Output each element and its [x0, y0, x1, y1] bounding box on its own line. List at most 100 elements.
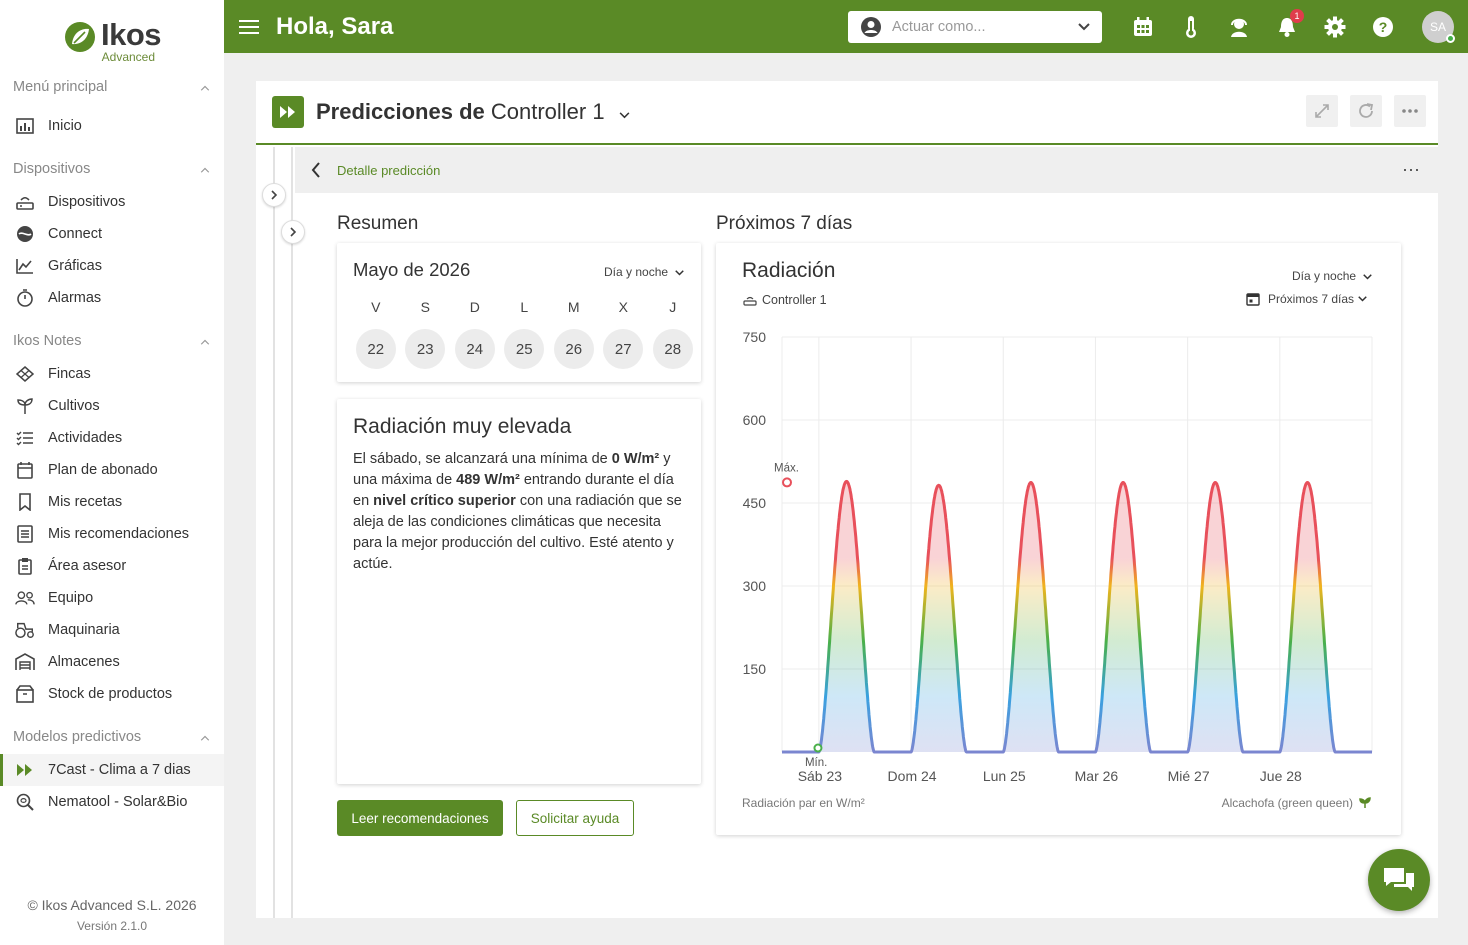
field-icon [15, 364, 35, 384]
alert-panel: Radiación muy elevada El sábado, se alca… [337, 399, 701, 784]
request-help-button[interactable]: Solicitar ayuda [516, 800, 634, 836]
sidebar-section-header[interactable]: Menú principal [0, 70, 224, 104]
calendar-day[interactable]: L 25 [500, 299, 550, 369]
expand-subpanel-button[interactable] [281, 220, 305, 244]
radiation-chart: 150 300 450 600 750 Sáb 23 Dom 24 Lun 25 Mar 26 M… [743, 329, 1374, 784]
router-icon [15, 192, 35, 212]
calendar-day-letter: J [669, 299, 677, 315]
sidebar-section-header[interactable]: Modelos predictivos [0, 720, 224, 754]
chart-device-label: Controller 1 [762, 293, 827, 307]
card-header-actions [1306, 95, 1438, 127]
sidebar-item-alarmas[interactable]: Alarmas [0, 282, 224, 314]
calendar-day[interactable]: D 24 [450, 299, 500, 369]
calendar-day[interactable]: X 27 [599, 299, 649, 369]
sidebar-nav: Menú principal Inicio Dispositivos Disposit… [0, 70, 224, 818]
chat-icon [1384, 868, 1414, 891]
greeting: Hola, Sara [276, 12, 394, 40]
gear-icon[interactable] [1322, 14, 1348, 40]
logo: Ikos Advanced [0, 0, 224, 70]
calendar-icon[interactable] [1130, 14, 1156, 40]
chat-button[interactable] [1368, 849, 1430, 911]
dashboard-icon [15, 116, 35, 136]
card-title-label: Predicciones de [316, 99, 485, 124]
calendar-day[interactable]: J 28 [648, 299, 698, 369]
sidebar-item-gr-ficas[interactable]: Gráficas [0, 250, 224, 282]
version: Versión 2.1.0 [76, 919, 148, 933]
sidebar-item-label: Equipo [48, 590, 94, 606]
sidebar-item-almacenes[interactable]: Almacenes [0, 646, 224, 678]
sidebar-item-label: Dispositivos [48, 194, 126, 210]
sidebar-item-equipo[interactable]: Equipo [0, 582, 224, 614]
calendar-day-number: 23 [405, 329, 446, 369]
menu-icon[interactable] [239, 16, 259, 38]
sidebar-item-label: Mis recetas [48, 494, 123, 510]
chevron-right-icon [271, 190, 278, 200]
sidebar-item-mis-recetas[interactable]: Mis recetas [0, 486, 224, 518]
search-bug-icon [15, 792, 35, 812]
sidebar-item-rea-asesor[interactable]: Área asesor [0, 550, 224, 582]
avatar[interactable]: SA [1422, 11, 1455, 43]
max-marker [782, 477, 792, 488]
chevron-up-icon [200, 162, 210, 176]
y-tick-label: 150 [743, 661, 767, 677]
sidebar-item-label: Actividades [48, 430, 123, 446]
chart-mode-select[interactable]: Día y noche [1292, 269, 1373, 283]
sidebar-item-actividades[interactable]: Actividades [0, 422, 224, 454]
x-tick-label: Mié 27 [1168, 768, 1210, 784]
svg-text:?: ? [1379, 19, 1388, 35]
sidebar-item-dispositivos[interactable]: Dispositivos [0, 186, 224, 218]
read-recommendations-button[interactable]: Leer recomendaciones [337, 800, 503, 836]
calendar-day[interactable]: S 23 [401, 299, 451, 369]
mode-select[interactable]: Día y noche [604, 265, 685, 279]
router-icon [743, 296, 757, 306]
thermometer-icon[interactable] [1178, 14, 1204, 40]
calendar-day[interactable]: M 26 [549, 299, 599, 369]
expand-panel-button[interactable] [262, 183, 286, 207]
team-icon [15, 588, 35, 608]
x-tick-label: Sáb 23 [798, 768, 843, 784]
sidebar-section-header[interactable]: Dispositivos [0, 152, 224, 186]
help-icon[interactable]: ? [1370, 14, 1396, 40]
range-select[interactable]: Próximos 7 días [1246, 292, 1367, 306]
more-options-icon[interactable]: ··· [1402, 159, 1420, 180]
calendar-day[interactable]: V 22 [351, 299, 401, 369]
sidebar-footer: © Ikos Advanced S.L. 2026 Versión 2.1.0 [0, 897, 224, 933]
copyright: © Ikos Advanced S.L. 2026 [27, 897, 197, 913]
leaf-logo-icon [64, 22, 95, 52]
sidebar-item-label: 7Cast - Clima a 7 dias [48, 762, 191, 778]
tractor-icon [15, 620, 35, 640]
sidebar-section-title: Menú principal [13, 79, 108, 95]
support-agent-icon[interactable] [1226, 14, 1252, 40]
sidebar-item-inicio[interactable]: Inicio [0, 110, 224, 142]
sidebar-item-plan-de-abonado[interactable]: Plan de abonado [0, 454, 224, 486]
sidebar-item-cultivos[interactable]: Cultivos [0, 390, 224, 422]
chevron-up-icon [200, 80, 210, 94]
more-options-icon[interactable] [1394, 95, 1426, 127]
sidebar-item-7cast-clima-a-7-dias[interactable]: 7Cast - Clima a 7 dias [0, 754, 224, 786]
sidebar-item-connect[interactable]: Connect [0, 218, 224, 250]
refresh-icon[interactable] [1350, 95, 1382, 127]
calendar-day-letter: X [618, 299, 628, 315]
breadcrumb-detail[interactable]: Detalle predicción [337, 163, 440, 178]
sidebar-section-title: Modelos predictivos [13, 729, 142, 745]
sidebar-item-stock-de-productos[interactable]: Stock de productos [0, 678, 224, 710]
sidebar-item-nematool-solar-bio[interactable]: Nematool - Solar&Bio [0, 786, 224, 818]
back-arrow-icon[interactable] [311, 162, 321, 178]
sidebar-item-label: Inicio [48, 118, 82, 134]
sidebar-item-label: Maquinaria [48, 622, 120, 638]
bell-icon[interactable]: 1 [1274, 9, 1304, 40]
calendar-day-number: 24 [454, 329, 495, 369]
range-select-value: Próximos 7 días [1268, 292, 1355, 306]
expand-icon[interactable] [1306, 95, 1338, 127]
sidebar-item-maquinaria[interactable]: Maquinaria [0, 614, 224, 646]
card-title[interactable]: Predicciones de Controller 1 [316, 99, 630, 125]
chart-device: Controller 1 [743, 293, 827, 307]
x-tick-label: Lun 25 [983, 768, 1026, 784]
alert-max-value: 489 W/m² [456, 472, 520, 488]
sidebar-item-fincas[interactable]: Fincas [0, 358, 224, 390]
chevron-up-icon [200, 730, 210, 744]
calendar-days: V 22 S 23 D 24 L 25 M 26 X 27 J 28 [351, 299, 698, 369]
sidebar-section-header[interactable]: Ikos Notes [0, 324, 224, 358]
sidebar-item-mis-recomendaciones[interactable]: Mis recomendaciones [0, 518, 224, 550]
act-as-select[interactable]: Actuar como... [848, 11, 1102, 43]
